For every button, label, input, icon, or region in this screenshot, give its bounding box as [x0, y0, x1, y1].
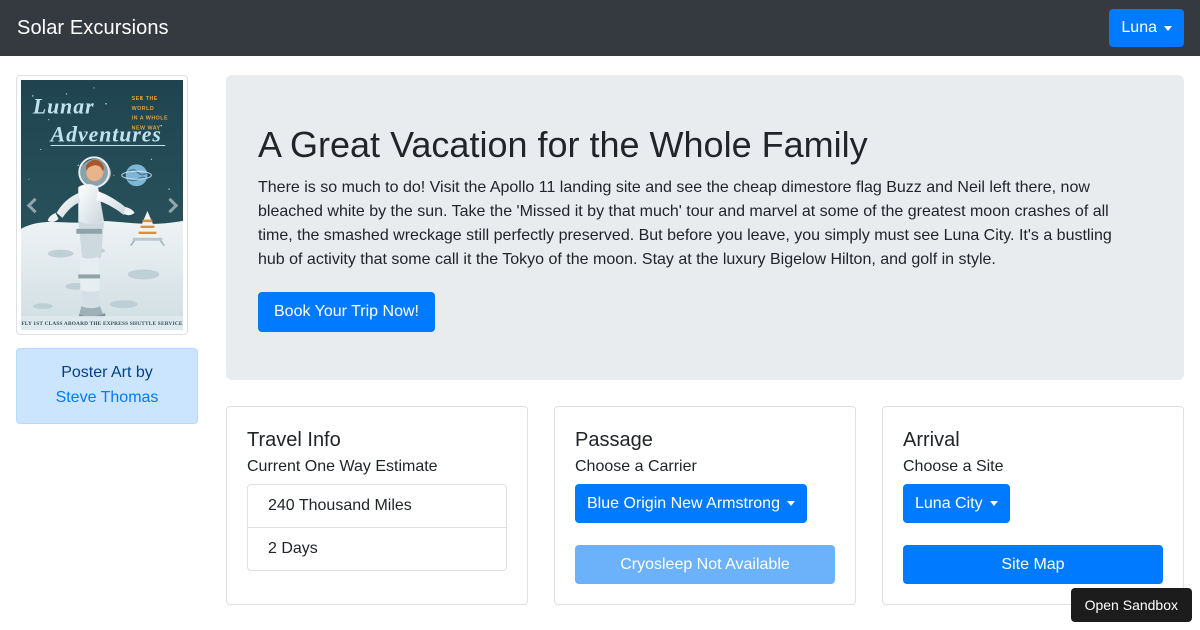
arrival-title: Arrival	[903, 429, 960, 452]
travel-info-title: Travel Info	[247, 429, 341, 452]
info-card-row: Travel Info Current One Way Estimate 240…	[226, 406, 1184, 606]
carrier-dropdown-label: Blue Origin New Armstrong	[587, 494, 780, 512]
sidebar-column: Lunar Adventures SEE THE WORLD IN A WHOL…	[16, 75, 213, 605]
travel-info-list: 240 Thousand Miles 2 Days	[247, 484, 507, 572]
svg-text:WORLD: WORLD	[132, 106, 155, 112]
open-sandbox-button[interactable]: Open Sandbox	[1070, 588, 1192, 622]
passage-title: Passage	[575, 429, 653, 452]
hero-jumbotron: A Great Vacation for the Whole Family Th…	[226, 75, 1184, 381]
user-menu-button[interactable]: Luna	[1109, 9, 1184, 47]
main-column: A Great Vacation for the Whole Family Th…	[213, 75, 1184, 606]
page-container: Lunar Adventures SEE THE WORLD IN A WHOL…	[0, 56, 1200, 606]
passage-subtitle: Choose a Carrier	[575, 458, 697, 476]
travel-info-card: Travel Info Current One Way Estimate 240…	[226, 406, 528, 606]
chevron-down-icon	[1164, 25, 1172, 31]
site-dropdown-button[interactable]: Luna City	[903, 484, 1010, 524]
page-title: A Great Vacation for the Whole Family	[258, 124, 868, 165]
site-map-button[interactable]: Site Map	[903, 545, 1163, 585]
poster-credit-label: Poster Art by	[61, 364, 153, 381]
navbar-brand[interactable]: Solar Excursions	[16, 18, 169, 38]
travel-info-subtitle: Current One Way Estimate	[247, 458, 438, 476]
carousel-prev-button[interactable]	[21, 76, 47, 334]
chevron-down-icon	[786, 501, 795, 507]
chevron-down-icon	[989, 501, 998, 507]
svg-text:SEE THE: SEE THE	[132, 96, 158, 102]
passage-card: Passage Choose a Carrier Blue Origin New…	[554, 406, 856, 606]
site-dropdown-label: Luna City	[915, 494, 983, 512]
poster-credit-alert: Poster Art by Steve Thomas	[16, 348, 198, 424]
poster-artist-link[interactable]: Steve Thomas	[37, 386, 177, 411]
book-trip-button[interactable]: Book Your Trip Now!	[258, 292, 435, 333]
top-navbar: Solar Excursions Luna	[0, 0, 1200, 56]
user-menu-label: Luna	[1121, 19, 1157, 36]
chevron-right-icon	[162, 197, 178, 213]
arrival-card: Arrival Choose a Site Luna City Site Map	[882, 406, 1184, 606]
list-item: 2 Days	[248, 528, 506, 571]
list-item: 240 Thousand Miles	[248, 485, 506, 529]
poster-carousel[interactable]: Lunar Adventures SEE THE WORLD IN A WHOL…	[16, 75, 188, 335]
hero-description: There is so much to do! Visit the Apollo…	[258, 179, 1112, 269]
cryosleep-button: Cryosleep Not Available	[575, 545, 835, 585]
carrier-dropdown-button[interactable]: Blue Origin New Armstrong	[575, 484, 807, 524]
carousel-next-button[interactable]	[157, 76, 183, 334]
arrival-subtitle: Choose a Site	[903, 458, 1004, 476]
chevron-left-icon	[26, 197, 42, 213]
